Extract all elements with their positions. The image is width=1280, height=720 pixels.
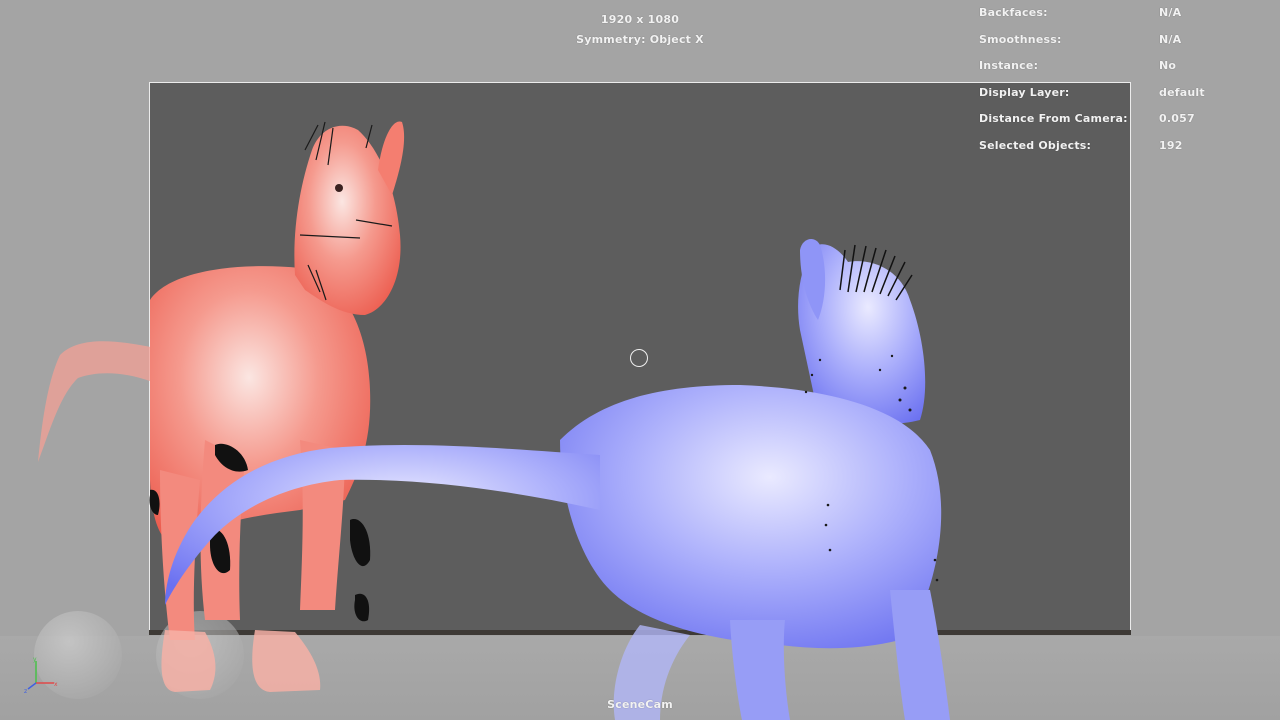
hud-label-display-layer: Display Layer:: [979, 86, 1070, 99]
hud-value-smoothness: N/A: [1159, 33, 1182, 46]
hud-label-smoothness: Smoothness:: [979, 33, 1062, 46]
camera-name: SceneCam: [607, 698, 673, 711]
red-dinosaur: [38, 121, 405, 692]
hud-label-selected: Selected Objects:: [979, 139, 1092, 152]
svg-text:y: y: [33, 656, 37, 663]
hud-label-backfaces: Backfaces:: [979, 6, 1048, 19]
hud-label-instance: Instance:: [979, 59, 1039, 72]
resolution-readout: 1920 x 1080: [600, 13, 680, 26]
hud-value-display-layer: default: [1159, 86, 1205, 99]
svg-text:z: z: [24, 688, 27, 695]
xyz-axis-icon: y x z: [24, 656, 58, 695]
hud-value-instance: No: [1159, 59, 1177, 72]
hud-value-selected: 192: [1159, 139, 1183, 152]
hud-label-distance: Distance From Camera:: [979, 112, 1128, 125]
svg-text:x: x: [54, 681, 58, 688]
hud-value-backfaces: N/A: [1159, 6, 1182, 19]
3d-viewport[interactable]: 1920 x 1080 Symmetry: Object X Backfaces…: [0, 0, 1280, 720]
circle-manipulator-icon[interactable]: [630, 349, 648, 367]
symmetry-readout: Symmetry: Object X: [576, 33, 704, 46]
hud-value-distance: 0.057: [1159, 112, 1195, 125]
